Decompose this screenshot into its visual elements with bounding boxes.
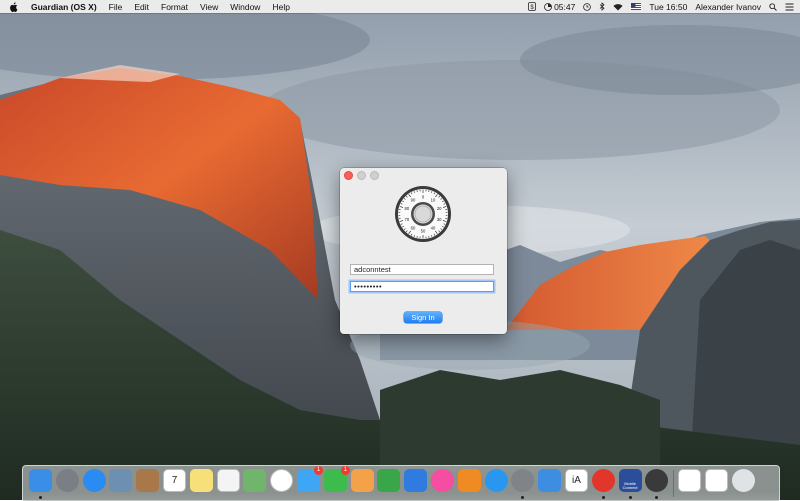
clock[interactable]: Tue 16:50 <box>649 2 687 12</box>
menu-file[interactable]: File <box>109 2 123 12</box>
dial-number: 30 <box>437 217 442 222</box>
pie-chart-status-icon <box>544 3 552 11</box>
spotlight-icon[interactable] <box>769 3 777 11</box>
menu-bar: Guardian (OS X) File Edit Format View Wi… <box>0 0 800 13</box>
dock-mobile-connect-icon[interactable]: Mobile Connect <box>619 469 642 492</box>
dock-facetime-icon[interactable]: 1 <box>324 469 347 492</box>
minimize-button[interactable] <box>357 171 366 180</box>
username-field[interactable]: adconntest <box>350 264 494 275</box>
status-area: $ 05:47 Tue 16:50 Alexander Ivanov <box>520 2 794 12</box>
dock-tomato-icon[interactable] <box>592 469 615 492</box>
dock-xcode-icon[interactable] <box>538 469 561 492</box>
menu-window[interactable]: Window <box>230 2 260 12</box>
menu-format[interactable]: Format <box>161 2 188 12</box>
status-time-small: 05:47 <box>554 2 575 12</box>
dial-number: 20 <box>437 206 442 211</box>
running-indicator <box>629 496 632 499</box>
dock-ia-writer-label: iA <box>566 470 587 491</box>
dock-trash-icon[interactable] <box>732 469 755 492</box>
running-indicator <box>655 496 658 499</box>
menu-view[interactable]: View <box>200 2 218 12</box>
password-field[interactable]: ••••••••• <box>350 281 494 292</box>
dock-pages-icon[interactable] <box>351 469 374 492</box>
notification-badge: 1 <box>314 466 323 475</box>
dock-contacts-icon[interactable] <box>136 469 159 492</box>
dock-mobile-connect-label: Mobile Connect <box>619 469 642 492</box>
wifi-icon[interactable] <box>613 3 623 11</box>
dock-separator <box>673 470 674 497</box>
dock-system-preferences-icon[interactable] <box>511 469 534 492</box>
dial-number: 60 <box>411 225 416 230</box>
dock-app-store-icon[interactable] <box>485 469 508 492</box>
running-indicator <box>521 496 524 499</box>
close-button[interactable] <box>344 171 353 180</box>
dollar-status-icon[interactable]: $ <box>528 2 536 11</box>
safe-dial-logo: 0102030405060708090 <box>391 184 455 248</box>
dock-itunes-icon[interactable] <box>431 469 454 492</box>
dock-calendar-label: 7 <box>164 470 185 491</box>
dock-reminders-icon[interactable] <box>217 469 240 492</box>
notification-badge: 1 <box>341 466 350 475</box>
zoom-button[interactable] <box>370 171 379 180</box>
dial-number: 90 <box>411 198 416 203</box>
dock-downloads-icon[interactable] <box>705 469 728 492</box>
dial-number: 50 <box>421 229 426 234</box>
dock-documents-icon[interactable] <box>678 469 701 492</box>
dock-messages-icon[interactable]: 1 <box>297 469 320 492</box>
time-status-item[interactable]: 05:47 <box>544 2 575 12</box>
dial-number: 70 <box>404 217 409 222</box>
user-name[interactable]: Alexander Ivanov <box>695 2 761 12</box>
dock-ibooks-icon[interactable] <box>458 469 481 492</box>
dock-finder-icon[interactable] <box>29 469 52 492</box>
dock-notes-icon[interactable] <box>190 469 213 492</box>
dock-calendar-icon[interactable]: 7 <box>163 469 186 492</box>
apple-menu-icon[interactable] <box>9 2 19 12</box>
running-indicator <box>39 496 42 499</box>
menu-edit[interactable]: Edit <box>134 2 149 12</box>
window-controls <box>344 171 383 180</box>
dial-number: 40 <box>431 225 436 230</box>
list-icon[interactable] <box>785 3 794 11</box>
dock-photos-icon[interactable] <box>270 469 293 492</box>
svg-text:$: $ <box>530 5 534 11</box>
clock-status-icon[interactable] <box>583 3 591 11</box>
guardian-login-window: 0102030405060708090 adconntest •••••••••… <box>340 168 507 334</box>
dial-number: 10 <box>431 198 436 203</box>
dial-number: 80 <box>404 206 409 211</box>
dock-preview-icon[interactable] <box>109 469 132 492</box>
flag-icon[interactable] <box>631 3 641 10</box>
dock-guardian-icon[interactable] <box>645 469 668 492</box>
running-indicator <box>602 496 605 499</box>
menu-help[interactable]: Help <box>272 2 289 12</box>
sign-in-button[interactable]: Sign In <box>404 312 442 323</box>
dock-launchpad-icon[interactable] <box>56 469 79 492</box>
dock: 7 1 1 iA Mobile Connect <box>22 465 780 501</box>
dock-safari-icon[interactable] <box>83 469 106 492</box>
dock-ia-writer-icon[interactable]: iA <box>565 469 588 492</box>
bluetooth-icon[interactable] <box>599 2 605 11</box>
dock-maps-icon[interactable] <box>243 469 266 492</box>
dock-keynote-icon[interactable] <box>404 469 427 492</box>
app-menu-guardian[interactable]: Guardian (OS X) <box>31 2 97 12</box>
dock-numbers-icon[interactable] <box>377 469 400 492</box>
